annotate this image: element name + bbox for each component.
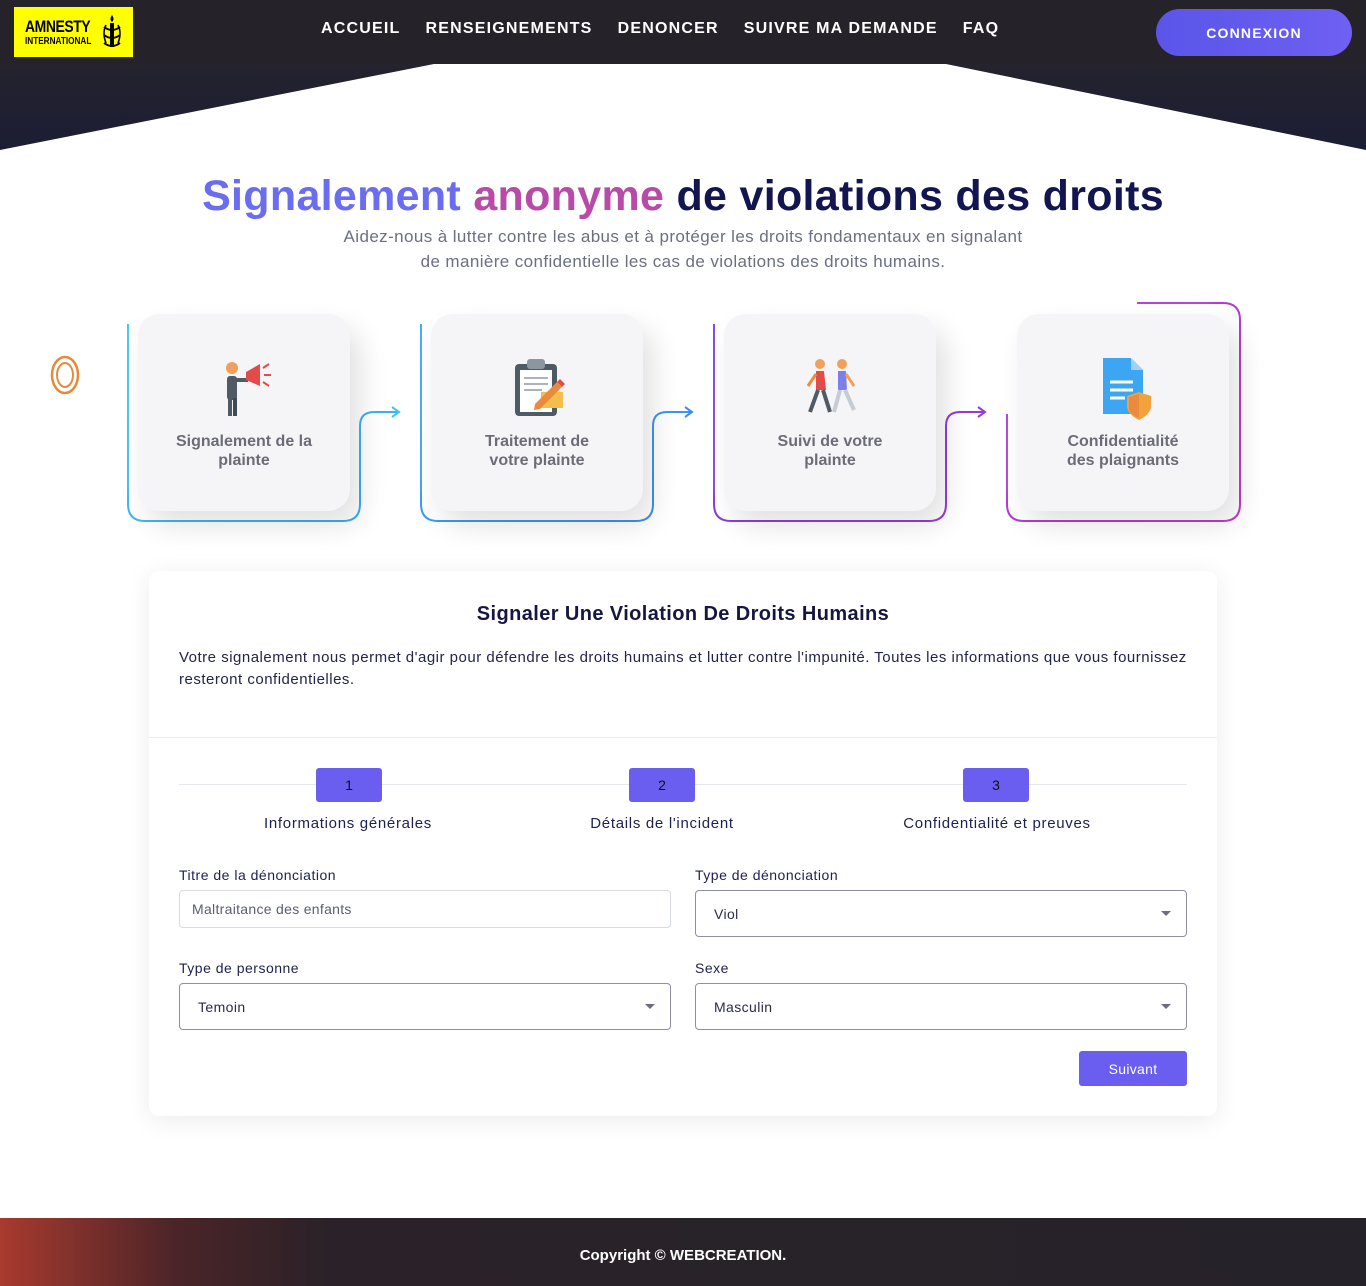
sexe-label: Sexe (695, 960, 729, 976)
logo-text: AMNESTY INTERNATIONAL (25, 18, 106, 47)
title-part-anonyme: anonyme (473, 172, 665, 220)
label-line1: Suivi de votre (777, 433, 883, 450)
form-description: Votre signalement nous permet d'agir pou… (179, 649, 1187, 688)
form-divider (149, 737, 1217, 738)
type-denonciation-select[interactable]: Viol (695, 890, 1187, 937)
form-title: Signaler Une Violation De Droits Humains (476, 603, 890, 625)
process-card: Confidentialité des plaignants (1017, 314, 1229, 511)
step-3-label: Confidentialité et preuves (903, 815, 1091, 832)
process-step-traitement: Traitement de votre plainte (420, 314, 694, 522)
type-personne-label: Type de personne (179, 960, 300, 976)
process-card: Traitement de votre plainte (431, 314, 643, 511)
amnesty-logo[interactable]: AMNESTY INTERNATIONAL (14, 7, 133, 57)
type-personne-select[interactable]: Temoin (179, 983, 671, 1030)
candle-icon (103, 15, 121, 47)
label-line1: Traitement de (484, 433, 590, 450)
title-part-violations: de violations des droits (676, 172, 1164, 220)
step-1-badge[interactable]: 1 (316, 768, 382, 802)
nav-denoncer[interactable]: DENONCER (618, 20, 719, 38)
login-button[interactable]: CONNEXION (1156, 9, 1352, 56)
footer: Copyright © WEBCREATION. (0, 1218, 1366, 1286)
nav-accueil[interactable]: ACCUEIL (321, 20, 401, 38)
nav-suivre-ma-demande[interactable]: SUIVRE MA DEMANDE (744, 20, 938, 38)
document-shield-icon (1103, 358, 1151, 420)
sexe-select[interactable]: Masculin (695, 983, 1187, 1030)
process-step-suivi: Suivi de votre plainte (713, 314, 987, 522)
process-step-confidentialite: Confidentialité des plaignants (1006, 302, 1243, 522)
orange-ring-icon (50, 355, 80, 395)
logo-line1: AMNESTY (25, 16, 91, 36)
type-personne-value: Temoin (198, 998, 246, 1015)
process-card-label: Suivi de votre plainte (724, 432, 936, 470)
step-2-label: Détails de l'incident (590, 815, 734, 832)
chevron-down-icon (1161, 1004, 1171, 1009)
next-button[interactable]: Suivant (1079, 1051, 1187, 1086)
subtitle-line2: de manière confidentielle les cas de vio… (420, 252, 946, 271)
process-card-label: Traitement de votre plainte (431, 432, 643, 470)
copyright-text: Copyright © WEBCREATION. (579, 1247, 787, 1264)
process-step-signalement: Signalement de la plainte (127, 314, 401, 522)
nav-renseignements[interactable]: RENSEIGNEMENTS (426, 20, 593, 38)
type-denonciation-value: Viol (714, 905, 739, 922)
subtitle-line1: Aidez-nous à lutter contre les abus et à… (343, 227, 1023, 246)
clipboard-pencil-icon (515, 359, 565, 416)
report-form-card: Signaler Une Violation De Droits Humains… (149, 571, 1217, 1116)
type-denonciation-label: Type de dénonciation (695, 867, 839, 883)
step-1-label: Informations générales (264, 815, 432, 832)
process-card-label: Confidentialité des plaignants (1017, 432, 1229, 470)
chevron-down-icon (1161, 911, 1171, 916)
label-line1: Confidentialité (1067, 433, 1179, 450)
process-card: Suivi de votre plainte (724, 314, 936, 511)
chevron-down-icon (645, 1004, 655, 1009)
titre-input[interactable]: Maltraitance des enfants (179, 890, 671, 928)
hero-banner-shape (0, 64, 1366, 150)
process-card-label: Signalement de la plainte (138, 432, 350, 470)
main-nav: ACCUEIL RENSEIGNEMENTS DENONCER SUIVRE M… (321, 20, 1024, 38)
label-line1: Signalement de la (175, 433, 313, 450)
step-3-badge[interactable]: 3 (963, 768, 1029, 802)
label-line2: plainte (804, 452, 856, 469)
megaphone-person-icon (226, 362, 271, 416)
top-navbar: AMNESTY INTERNATIONAL ACCUEIL RENSEIGNEM… (0, 0, 1366, 64)
title-part-signalement: Signalement (202, 172, 462, 220)
walking-people-icon (806, 359, 856, 413)
process-card: Signalement de la plainte (138, 314, 350, 511)
logo-line2: INTERNATIONAL (25, 35, 92, 47)
label-line2: des plaignants (1066, 452, 1180, 469)
label-line2: plainte (218, 452, 270, 469)
label-line2: votre plainte (489, 452, 585, 469)
step-2-badge[interactable]: 2 (629, 768, 695, 802)
titre-label: Titre de la dénonciation (179, 867, 337, 883)
nav-faq[interactable]: FAQ (963, 20, 1000, 38)
sexe-value: Masculin (714, 998, 773, 1015)
page-title: Signalement anonyme de violations des dr… (0, 172, 1366, 221)
page-subtitle: Aidez-nous à lutter contre les abus et à… (0, 224, 1366, 274)
